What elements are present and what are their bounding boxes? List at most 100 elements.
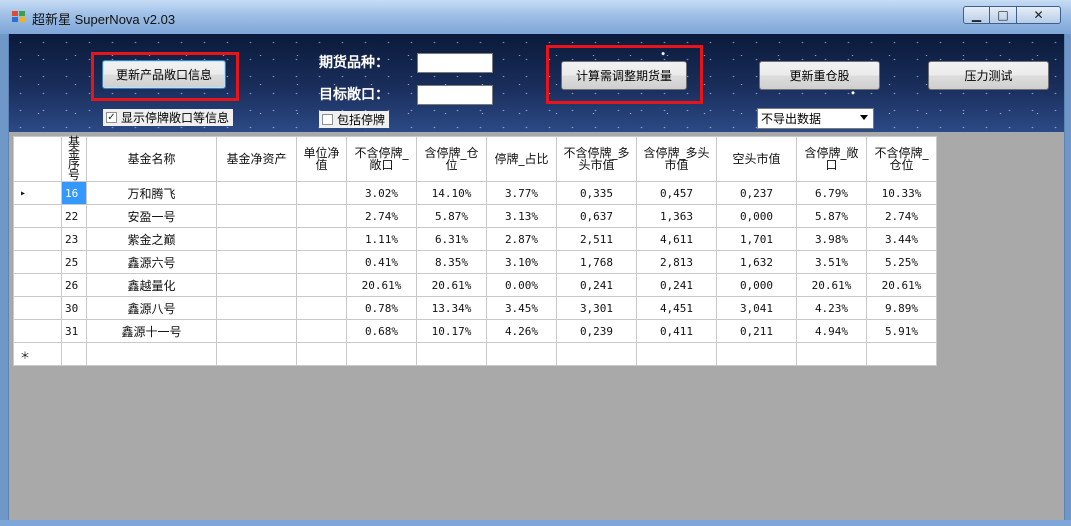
empty-cell[interactable] [486, 342, 557, 366]
row-header[interactable] [13, 204, 62, 228]
grid-cell-c6[interactable]: 1,632 [716, 250, 797, 274]
stress-test-button[interactable]: 压力测试 [928, 61, 1049, 90]
table-row[interactable]: 26 鑫越量化 20.61% 20.61% 0.00% 0,241 0,241 0,000 20… [13, 273, 937, 297]
grid-cell-c4[interactable]: 1,768 [556, 250, 637, 274]
grid-cell-c8[interactable]: 5.25% [866, 250, 937, 274]
table-row[interactable]: 31 鑫源十一号 0.68% 10.17% 4.26% 0,239 0,411 0,211 4.… [13, 319, 937, 343]
empty-cell[interactable] [86, 342, 217, 366]
row-header[interactable]: ▸ [13, 181, 62, 205]
grid-cell-c4[interactable]: 0,637 [556, 204, 637, 228]
table-row[interactable]: 23 紫金之巅 1.11% 6.31% 2.87% 2,511 4,611 1,701 3.98… [13, 227, 937, 251]
grid-cell-c8[interactable]: 10.33% [866, 181, 937, 205]
row-header[interactable] [13, 296, 62, 320]
table-row[interactable]: 25 鑫源六号 0.41% 8.35% 3.10% 1,768 2,813 1,632 3.51… [13, 250, 937, 274]
grid-cell-c4[interactable]: 2,511 [556, 227, 637, 251]
grid-cell-c5[interactable]: 1,363 [636, 204, 717, 228]
grid-cell-c4[interactable]: 0,239 [556, 319, 637, 343]
grid-cell-nav[interactable] [216, 319, 297, 343]
grid-cell-c6[interactable]: 0,000 [716, 273, 797, 297]
grid-cell-c1[interactable]: 0.68% [346, 319, 417, 343]
table-row[interactable]: ▸ 16 万和腾飞 3.02% 14.10% 3.77% 0,335 0,457 0,237 6.… [13, 181, 937, 205]
grid-cell-c4[interactable]: 3,301 [556, 296, 637, 320]
close-button[interactable]: ✕ [1017, 6, 1061, 24]
grid-cell-name[interactable]: 鑫源十一号 [86, 319, 217, 343]
grid-cell-c2[interactable]: 14.10% [416, 181, 487, 205]
grid-cell-c1[interactable]: 0.78% [346, 296, 417, 320]
grid-cell-id[interactable]: 16 [61, 181, 87, 205]
column-header[interactable]: 不含停牌_多头市值 [556, 136, 637, 182]
grid-cell-unit[interactable] [296, 204, 347, 228]
target-exposure-input[interactable] [417, 85, 493, 105]
column-header[interactable]: 基金净资产 [216, 136, 297, 182]
grid-cell-c1[interactable]: 1.11% [346, 227, 417, 251]
grid-cell-c8[interactable]: 5.91% [866, 319, 937, 343]
grid-cell-unit[interactable] [296, 296, 347, 320]
column-header[interactable]: 不含停牌_敞口 [346, 136, 417, 182]
grid-cell-c4[interactable]: 0,335 [556, 181, 637, 205]
grid-cell-c5[interactable]: 0,411 [636, 319, 717, 343]
update-exposure-button[interactable]: 更新产品敞口信息 [102, 60, 226, 89]
grid-cell-id[interactable]: 26 [61, 273, 87, 297]
update-heavy-holdings-button[interactable]: 更新重仓股 [759, 61, 880, 90]
grid-cell-id[interactable]: 25 [61, 250, 87, 274]
column-header[interactable]: 基金名称 [86, 136, 217, 182]
grid-cell-c7[interactable]: 20.61% [796, 273, 867, 297]
grid-cell-c2[interactable]: 8.35% [416, 250, 487, 274]
grid-cell-c6[interactable]: 0,000 [716, 204, 797, 228]
grid-cell-c8[interactable]: 2.74% [866, 204, 937, 228]
empty-cell[interactable] [866, 342, 937, 366]
grid-cell-nav[interactable] [216, 296, 297, 320]
empty-cell[interactable] [296, 342, 347, 366]
grid-cell-name[interactable]: 紫金之巅 [86, 227, 217, 251]
row-header[interactable] [13, 319, 62, 343]
grid-cell-c6[interactable]: 1,701 [716, 227, 797, 251]
grid-cell-name[interactable]: 安盈一号 [86, 204, 217, 228]
grid-cell-id[interactable]: 23 [61, 227, 87, 251]
grid-cell-c1[interactable]: 3.02% [346, 181, 417, 205]
grid-cell-c5[interactable]: 4,451 [636, 296, 717, 320]
grid-cell-c5[interactable]: 2,813 [636, 250, 717, 274]
table-row[interactable]: 30 鑫源八号 0.78% 13.34% 3.45% 3,301 4,451 3,041 4.2… [13, 296, 937, 320]
grid-cell-name[interactable]: 鑫越量化 [86, 273, 217, 297]
grid-cell-unit[interactable] [296, 273, 347, 297]
empty-cell[interactable] [716, 342, 797, 366]
grid-cell-c3[interactable]: 3.45% [486, 296, 557, 320]
grid-cell-unit[interactable] [296, 319, 347, 343]
grid-cell-c2[interactable]: 6.31% [416, 227, 487, 251]
grid-cell-c7[interactable]: 3.51% [796, 250, 867, 274]
grid-cell-c3[interactable]: 4.26% [486, 319, 557, 343]
grid-cell-c7[interactable]: 4.94% [796, 319, 867, 343]
grid-cell-c2[interactable]: 5.87% [416, 204, 487, 228]
column-header[interactable]: 含停牌_多头市值 [636, 136, 717, 182]
futures-variety-input[interactable] [417, 53, 493, 73]
empty-cell[interactable] [556, 342, 637, 366]
grid-cell-c3[interactable]: 3.13% [486, 204, 557, 228]
grid-cell-c6[interactable]: 0,237 [716, 181, 797, 205]
grid-cell-nav[interactable] [216, 250, 297, 274]
grid-cell-c2[interactable]: 10.17% [416, 319, 487, 343]
maximize-button[interactable]: □ [990, 6, 1017, 24]
empty-cell[interactable] [216, 342, 297, 366]
grid-cell-c3[interactable]: 0.00% [486, 273, 557, 297]
grid-cell-c1[interactable]: 20.61% [346, 273, 417, 297]
empty-cell[interactable] [61, 342, 87, 366]
grid-cell-c2[interactable]: 13.34% [416, 296, 487, 320]
column-header[interactable]: 空头市值 [716, 136, 797, 182]
grid-cell-c4[interactable]: 0,241 [556, 273, 637, 297]
grid-cell-unit[interactable] [296, 227, 347, 251]
grid-cell-c7[interactable]: 6.79% [796, 181, 867, 205]
grid-cell-unit[interactable] [296, 181, 347, 205]
grid-cell-c3[interactable]: 3.77% [486, 181, 557, 205]
empty-cell[interactable] [796, 342, 867, 366]
row-header[interactable] [13, 227, 62, 251]
column-header[interactable]: 不含停牌_仓位 [866, 136, 937, 182]
grid-cell-c7[interactable]: 5.87% [796, 204, 867, 228]
table-row[interactable]: 22 安盈一号 2.74% 5.87% 3.13% 0,637 1,363 0,000 5.87… [13, 204, 937, 228]
grid-cell-name[interactable]: 鑫源八号 [86, 296, 217, 320]
export-select[interactable]: 不导出数据 [757, 108, 874, 129]
column-header[interactable]: 基金序号 [61, 136, 87, 182]
grid-cell-c5[interactable]: 4,611 [636, 227, 717, 251]
grid-cell-c2[interactable]: 20.61% [416, 273, 487, 297]
calc-futures-button[interactable]: 计算需调整期货量 [561, 61, 687, 90]
grid-cell-c5[interactable]: 0,241 [636, 273, 717, 297]
